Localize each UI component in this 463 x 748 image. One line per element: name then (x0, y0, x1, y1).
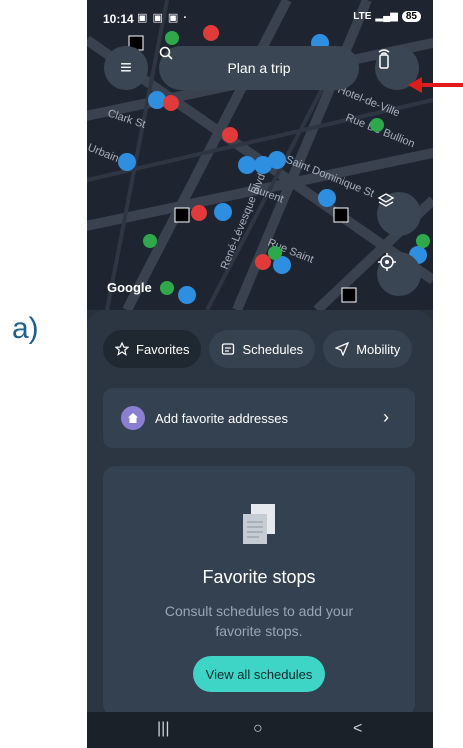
search-label: Plan a trip (227, 60, 291, 76)
favorite-stops-subtitle: Consult schedules to add your favorite s… (164, 603, 354, 639)
tab-schedules[interactable]: Schedules (209, 330, 316, 368)
view-all-schedules-button[interactable]: View all schedules (193, 656, 325, 692)
tab-favorites[interactable]: Favorites (103, 330, 202, 368)
home-icon (121, 406, 145, 430)
favorite-stops-card: Favorite stops Consult schedules to add … (103, 466, 415, 716)
status-time: 10:14 (103, 12, 134, 26)
signal-icon: ▂▄▆ (375, 11, 398, 22)
status-bar: 10:14 ▣ ▣ ▣ · LTE ▂▄▆ 85 (87, 0, 433, 30)
status-right: LTE ▂▄▆ 85 (353, 11, 421, 22)
chevron-right-icon: › (383, 407, 389, 427)
map-view[interactable]: Rue De Bullion Saint Dominique St Clark … (87, 0, 433, 310)
back-button[interactable]: < (353, 720, 362, 738)
phone-screen: Rue De Bullion Saint Dominique St Clark … (87, 0, 433, 748)
add-favorite-addresses[interactable]: Add favorite addresses › (103, 388, 415, 448)
svg-text:Urbain: Urbain (87, 142, 120, 165)
menu-button[interactable]: ≡ (104, 46, 148, 90)
locate-me-button[interactable] (377, 252, 421, 296)
battery-icon: 85 (401, 11, 421, 22)
navigation-arrow-icon (335, 342, 350, 356)
schedule-icon (222, 343, 235, 355)
system-nav-bar: ||| ○ < (87, 712, 433, 748)
search-icon (159, 46, 173, 60)
home-button[interactable]: ○ (253, 720, 263, 738)
bottom-sheet: Favorites Schedules Mobility Add favorit… (87, 310, 433, 716)
plan-trip-search[interactable]: Plan a trip (159, 46, 359, 90)
google-attribution: Google (107, 280, 152, 295)
add-favorite-label: Add favorite addresses (155, 410, 288, 426)
tab-mobility-label: Mobility (356, 341, 401, 357)
tab-mobility[interactable]: Mobility (323, 330, 413, 368)
phone-wireless-icon (378, 49, 390, 69)
signal-label: LTE (353, 11, 372, 22)
documents-icon (243, 504, 275, 544)
hamburger-icon: ≡ (120, 56, 132, 79)
favorite-stops-title: Favorite stops (202, 567, 316, 587)
star-icon (115, 342, 129, 356)
annotation-arrow (408, 77, 463, 93)
tab-favorites-label: Favorites (136, 341, 190, 357)
layers-icon (377, 193, 395, 207)
tab-bar: Favorites Schedules Mobility (103, 330, 413, 368)
tab-schedules-label: Schedules (242, 341, 304, 357)
map-layers-button[interactable] (377, 192, 421, 236)
recents-button[interactable]: ||| (157, 720, 169, 738)
notification-icons: ▣ ▣ ▣ · (137, 12, 189, 24)
figure-label: a) (12, 312, 39, 345)
crosshair-icon (378, 253, 396, 271)
